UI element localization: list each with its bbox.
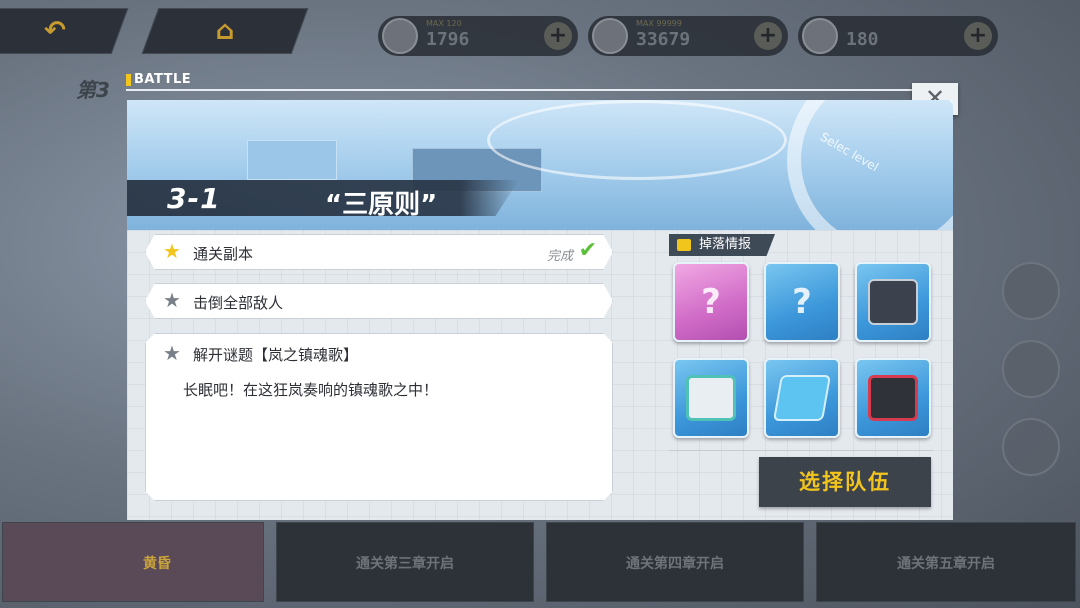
chapter-card-label: 黄昏 <box>143 556 171 572</box>
home-icon: ⌂ <box>215 16 235 46</box>
stamina-value: 1796 <box>426 29 470 50</box>
drop-info-label: 掉落情报 <box>669 234 775 256</box>
side-menu-icon-2[interactable] <box>1002 340 1060 398</box>
top-bar: ↶ ⌂ MAX 120 1796 + MAX 99999 33679 + 180… <box>0 8 1080 60</box>
objective-status: 完成 <box>546 249 573 264</box>
coin-max: MAX 99999 <box>636 19 682 28</box>
banner-decoration <box>487 100 787 180</box>
stamina-max: MAX 120 <box>426 19 462 28</box>
stage-name: “三原则” <box>325 190 438 220</box>
crystal-plus-button[interactable]: + <box>964 22 992 50</box>
data-chip-icon <box>772 375 832 421</box>
back-arrow-icon: ↶ <box>44 16 66 46</box>
back-button[interactable]: ↶ <box>0 8 129 54</box>
stamina-counter: MAX 120 1796 + <box>378 16 578 56</box>
objective-defeat-enemies: ★ 击倒全部敌人 <box>145 283 613 319</box>
drop-item-data-chip[interactable] <box>764 358 840 438</box>
stamina-plus-button[interactable]: + <box>544 22 572 50</box>
dialog-header-label: BATTLE <box>126 72 191 87</box>
chapter-card-label: 通关第四章开启 <box>626 556 724 572</box>
supply-box-icon <box>686 375 736 421</box>
checkmark-icon: ✔ <box>578 238 597 263</box>
side-menu-icon-3[interactable] <box>1002 418 1060 476</box>
divider <box>669 450 933 451</box>
chapter-title: 第3 <box>76 78 110 102</box>
chapter-card-locked[interactable]: 通关第五章开启 <box>816 522 1076 602</box>
objective-puzzle: ★ 解开谜题【岚之镇魂歌】 长眠吧！在这狂岚奏响的镇魂歌之中！ <box>145 333 613 501</box>
chapter-card-locked[interactable]: 通关第三章开启 <box>276 522 534 602</box>
chapter-card-locked[interactable]: 通关第四章开启 <box>546 522 804 602</box>
unknown-character-icon: ? <box>701 282 721 322</box>
star-empty-icon: ★ <box>163 288 181 312</box>
drop-item-armor-chip[interactable] <box>855 262 931 342</box>
armor-chip-icon <box>868 279 918 325</box>
home-button[interactable]: ⌂ <box>141 8 309 54</box>
drop-item-supply-box[interactable] <box>673 358 749 438</box>
chapter-cards: 黄昏 通关第三章开启 通关第四章开启 通关第五章开启 <box>0 518 1080 608</box>
stage-dialog: Selec level 3-1 “三原则” ★ 通关副本 完成 ✔ ★ 击倒全部… <box>127 100 953 520</box>
red-device-icon <box>868 375 918 421</box>
drop-item-unknown-material[interactable]: ? <box>764 262 840 342</box>
drop-item-unknown-character[interactable]: ? <box>673 262 749 342</box>
crystal-counter: 180 + <box>798 16 998 56</box>
crystal-value: 180 <box>846 29 879 50</box>
objective-clear-stage: ★ 通关副本 完成 ✔ <box>145 234 613 270</box>
crystal-icon <box>802 18 838 54</box>
dialog-header-line <box>126 89 916 91</box>
chapter-card-label: 通关第三章开启 <box>356 556 454 572</box>
chapter-card-label: 通关第五章开启 <box>897 556 995 572</box>
coin-plus-button[interactable]: + <box>754 22 782 50</box>
objective-label: 通关副本 <box>193 245 254 263</box>
star-filled-icon: ★ <box>163 239 181 263</box>
stage-number: 3-1 <box>167 182 221 215</box>
coin-counter: MAX 99999 33679 + <box>588 16 788 56</box>
drop-info-text: 掉落情报 <box>699 237 752 252</box>
coin-value: 33679 <box>636 29 691 50</box>
select-team-button[interactable]: 选择队伍 <box>759 457 931 507</box>
unknown-material-icon: ? <box>792 282 812 322</box>
coin-icon <box>592 18 628 54</box>
objective-label: 击倒全部敌人 <box>193 294 284 312</box>
stamina-icon <box>382 18 418 54</box>
drop-icon <box>677 239 691 251</box>
star-empty-icon: ★ <box>163 341 181 365</box>
puzzle-title: 解开谜题【岚之镇魂歌】 <box>193 346 359 364</box>
drop-item-red-device[interactable] <box>855 358 931 438</box>
chapter-card-current[interactable]: 黄昏 <box>2 522 264 602</box>
side-menu-icon-1[interactable] <box>1002 262 1060 320</box>
puzzle-description: 长眠吧！在这狂岚奏响的镇魂歌之中！ <box>183 381 439 399</box>
banner-decoration <box>247 140 337 180</box>
